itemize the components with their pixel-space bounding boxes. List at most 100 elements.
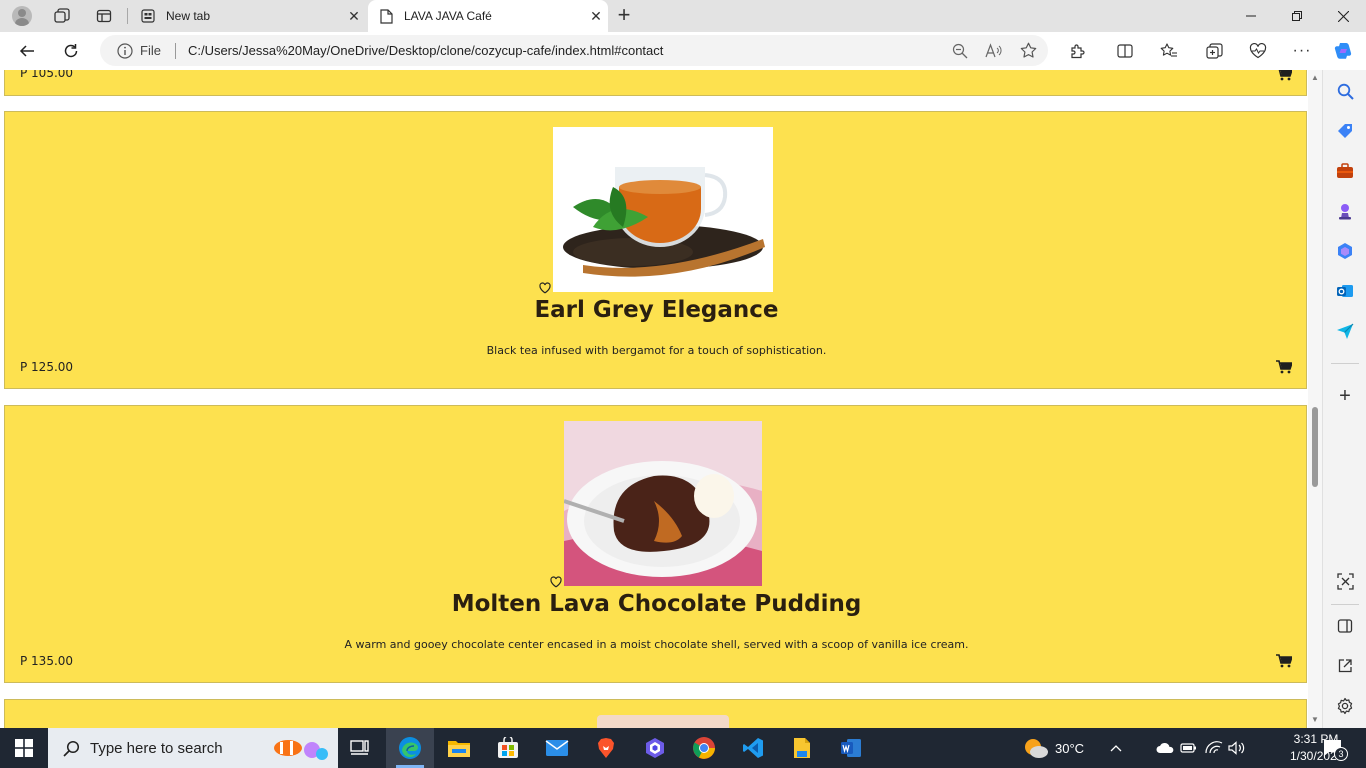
scroll-thumb[interactable] <box>1312 407 1318 487</box>
item-description: Black tea infused with bergamot for a to… <box>486 344 827 357</box>
volume-speaker-icon[interactable] <box>1228 728 1246 768</box>
info-icon[interactable] <box>116 42 134 60</box>
back-arrow-icon <box>19 45 34 57</box>
search-icon <box>62 739 80 757</box>
heart-favorite-icon[interactable] <box>539 282 551 294</box>
tab-strip: New tab ✕ LAVA JAVA Café ✕ + <box>0 0 1366 32</box>
menu-item-card: Earl Grey Elegance Black tea infused wit… <box>4 111 1307 389</box>
chocolate-lava-pudding-image <box>564 421 762 586</box>
page-scrollbar[interactable]: ▲ ▼ <box>1308 70 1322 728</box>
word-icon <box>841 739 861 757</box>
favorites-button[interactable] <box>1155 37 1183 65</box>
scroll-down-arrow-icon[interactable]: ▼ <box>1310 715 1320 725</box>
refresh-button[interactable] <box>57 37 85 65</box>
back-button[interactable] <box>13 37 41 65</box>
scheme-label: File <box>140 43 161 58</box>
sidebar-games-icon[interactable] <box>1333 199 1357 223</box>
extensions-button[interactable] <box>1063 37 1091 65</box>
page-favicon-icon <box>378 8 394 24</box>
tab-separator <box>127 8 128 24</box>
sidebar-outlook-icon[interactable] <box>1333 279 1357 303</box>
hexagon-app-icon <box>646 738 664 758</box>
windows-logo-icon <box>15 739 33 757</box>
close-window-button[interactable] <box>1320 0 1366 32</box>
sidebar-drop-icon[interactable] <box>1333 319 1357 343</box>
sidebar-hide-panel-icon[interactable] <box>1333 614 1357 638</box>
taskbar-brave[interactable] <box>582 728 630 768</box>
battery-icon[interactable] <box>1180 728 1198 768</box>
chrome-icon <box>693 737 715 759</box>
taskbar-vscode[interactable] <box>729 728 777 768</box>
url-text[interactable]: C:/Users/Jessa%20May/OneDrive/Desktop/cl… <box>188 43 946 58</box>
taskbar-mail[interactable] <box>533 728 581 768</box>
taskbar-sticky-notes[interactable] <box>778 728 826 768</box>
new-tab-plus-icon[interactable]: + <box>612 4 636 28</box>
taskbar-app[interactable] <box>631 728 679 768</box>
address-bar[interactable]: File C:/Users/Jessa%20May/OneDrive/Deskt… <box>100 35 1048 66</box>
notification-count-badge: 3 <box>1334 747 1348 761</box>
tab-title: New tab <box>166 9 211 23</box>
item-price: P 125.00 <box>20 360 74 374</box>
collections-button[interactable] <box>1200 37 1228 65</box>
sidebar-tools-icon[interactable] <box>1333 159 1357 183</box>
favorite-star-icon[interactable] <box>1014 37 1042 65</box>
heart-favorite-icon[interactable] <box>550 576 562 588</box>
taskbar-edge[interactable] <box>386 728 434 768</box>
sidebar-separator <box>1331 363 1359 364</box>
profile-button[interactable] <box>8 3 36 29</box>
page-content: P 105.00 Earl Grey Elegance Black tea in… <box>0 70 1310 728</box>
start-button[interactable] <box>0 728 48 768</box>
tab-actions-button[interactable] <box>90 3 118 29</box>
scroll-up-arrow-icon[interactable]: ▲ <box>1310 73 1320 83</box>
settings-more-button[interactable]: ··· <box>1288 37 1316 65</box>
copilot-button[interactable] <box>1330 37 1358 65</box>
menu-item-card <box>4 699 1307 728</box>
weather-sun-cloud-icon <box>1025 739 1048 758</box>
taskbar-microsoft-store[interactable] <box>484 728 532 768</box>
menu-item-card: Molten Lava Chocolate Pudding A warm and… <box>4 405 1307 683</box>
restore-button[interactable] <box>1274 0 1320 32</box>
mail-envelope-icon <box>545 740 569 756</box>
cart-icon[interactable] <box>1276 654 1292 668</box>
wifi-icon[interactable] <box>1205 728 1223 768</box>
search-highlight-illustration-icon <box>274 740 328 760</box>
sidebar-add-icon[interactable]: + <box>1333 384 1357 408</box>
close-tab-icon[interactable]: ✕ <box>584 8 608 25</box>
sidebar-screenshot-icon[interactable] <box>1333 569 1357 593</box>
browser-toolbar: File C:/Users/Jessa%20May/OneDrive/Deskt… <box>0 32 1366 70</box>
minimize-button[interactable] <box>1228 0 1274 32</box>
zoom-out-icon[interactable] <box>946 37 974 65</box>
sidebar-search-icon[interactable] <box>1333 79 1357 103</box>
read-aloud-icon[interactable] <box>980 37 1008 65</box>
restore-icon <box>1292 11 1302 21</box>
item-name: Earl Grey Elegance <box>534 297 779 323</box>
task-view-button[interactable] <box>336 728 384 768</box>
sidebar-microsoft365-icon[interactable] <box>1333 239 1357 263</box>
profile-avatar-icon <box>12 6 32 26</box>
item-price: P 105.00 <box>20 70 74 80</box>
taskbar-file-explorer[interactable] <box>435 728 483 768</box>
weather-widget[interactable]: 30°C <box>1023 728 1084 768</box>
item-price: P 135.00 <box>20 654 74 668</box>
sidebar-open-external-icon[interactable] <box>1333 654 1357 678</box>
taskbar-word[interactable] <box>827 728 875 768</box>
onedrive-cloud-icon[interactable] <box>1156 728 1174 768</box>
show-hidden-icons-chevron-up-icon[interactable] <box>1110 728 1122 768</box>
sidebar-settings-gear-icon[interactable] <box>1333 694 1357 718</box>
taskbar-search-box[interactable]: Type here to search <box>48 728 338 768</box>
workspaces-button[interactable] <box>48 3 76 29</box>
tab-title: LAVA JAVA Café <box>404 9 492 23</box>
notification-center-button[interactable]: 3 <box>1323 728 1348 768</box>
cart-icon[interactable] <box>1276 70 1292 81</box>
sidebar-shopping-icon[interactable] <box>1333 119 1357 143</box>
close-tab-icon[interactable]: ✕ <box>342 8 366 25</box>
tab-new-tab[interactable]: New tab ✕ <box>130 0 366 32</box>
taskbar-chrome[interactable] <box>680 728 728 768</box>
browser-essentials-button[interactable] <box>1244 37 1272 65</box>
split-screen-button[interactable] <box>1111 37 1139 65</box>
cart-icon[interactable] <box>1276 360 1292 374</box>
tab-lava-java[interactable]: LAVA JAVA Café ✕ <box>368 0 608 32</box>
edge-sidebar: + <box>1322 70 1366 728</box>
next-item-image <box>597 715 729 728</box>
store-bag-icon <box>498 737 518 758</box>
